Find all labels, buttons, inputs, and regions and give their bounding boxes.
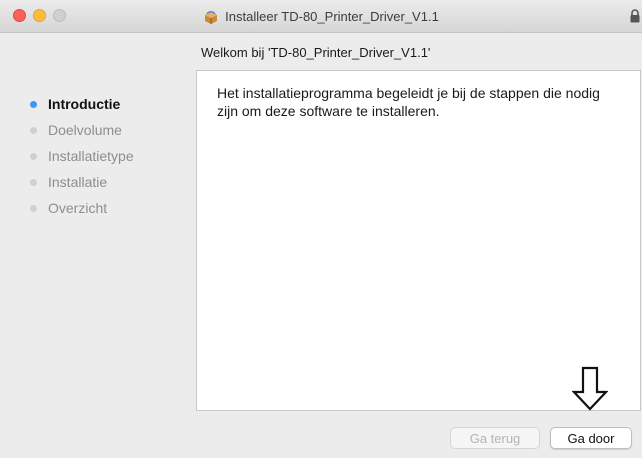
content-heading: Welkom bij 'TD-80_Printer_Driver_V1.1': [201, 45, 431, 60]
step-installatie: Installatie: [30, 169, 134, 195]
step-label: Overzicht: [48, 200, 108, 216]
step-dot-icon: [30, 152, 37, 160]
down-arrow-icon: [572, 366, 608, 411]
step-label: Doelvolume: [48, 122, 122, 138]
content-panel: Het installatieprogramma begeleidt je bi…: [196, 70, 641, 411]
step-introductie: Introductie: [30, 91, 134, 117]
step-label: Installatietype: [48, 148, 134, 164]
lock-icon: [630, 9, 640, 23]
intro-text: Het installatieprogramma begeleidt je bi…: [217, 85, 600, 119]
step-active-dot-icon: [30, 100, 37, 108]
window-title: Installeer TD-80_Printer_Driver_V1.1: [225, 9, 439, 24]
step-list: Introductie Doelvolume Installatietype I…: [30, 91, 134, 221]
title-bar: Installeer TD-80_Printer_Driver_V1.1: [0, 0, 642, 33]
window-title-group: Installeer TD-80_Printer_Driver_V1.1: [0, 0, 642, 33]
step-dot-icon: [30, 126, 37, 134]
step-dot-icon: [30, 204, 37, 212]
step-label: Installatie: [48, 174, 108, 190]
back-button[interactable]: Ga terug: [450, 427, 540, 449]
step-dot-icon: [30, 178, 37, 186]
continue-button[interactable]: Ga door: [550, 427, 632, 449]
step-installatietype: Installatietype: [30, 143, 134, 169]
package-icon: [205, 10, 218, 24]
step-doelvolume: Doelvolume: [30, 117, 134, 143]
step-overzicht: Overzicht: [30, 195, 134, 221]
step-label: Introductie: [48, 96, 121, 112]
